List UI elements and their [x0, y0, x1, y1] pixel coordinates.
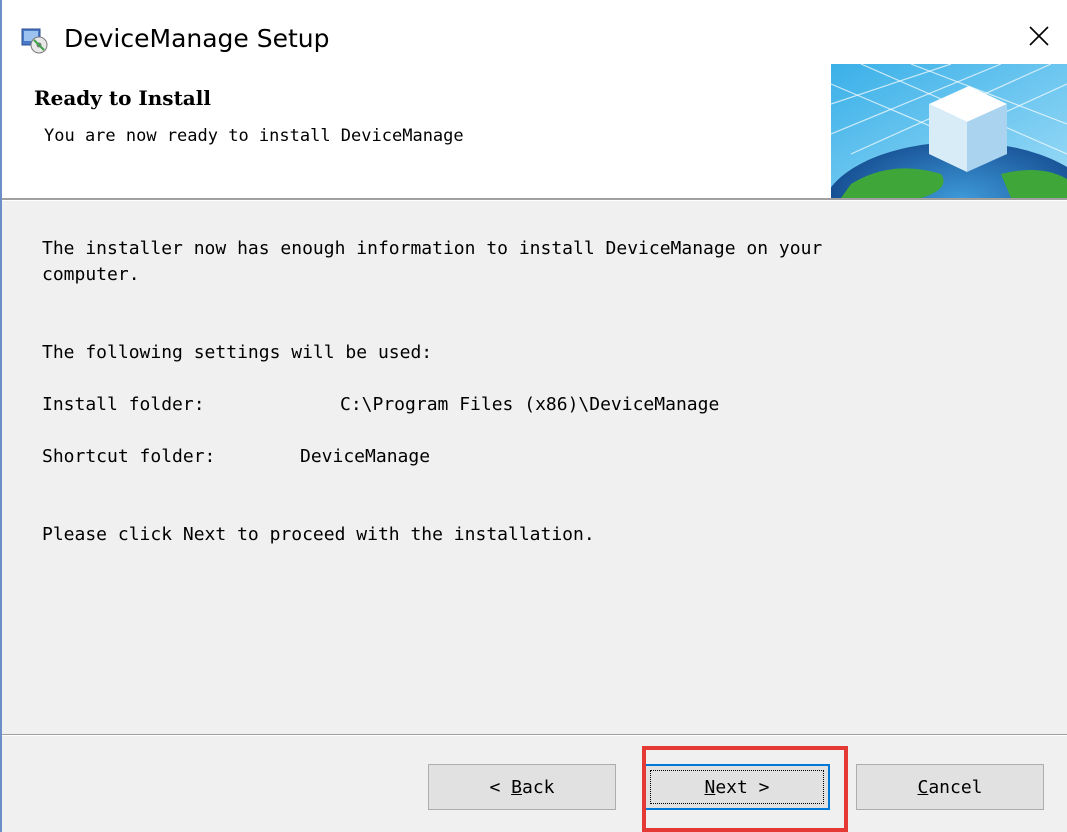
page-title: Ready to Install: [34, 86, 211, 110]
header-separator: [2, 198, 1067, 201]
shortcut-folder-value: DeviceManage: [300, 446, 431, 467]
instruction-text: Please click Next to proceed with the in…: [42, 524, 595, 545]
close-button[interactable]: [1011, 8, 1067, 68]
focus-rect: [650, 770, 824, 804]
banner-graphic: [821, 63, 1067, 286]
installer-icon: [20, 26, 50, 54]
next-button[interactable]: Next >: [644, 764, 830, 810]
install-folder-value: C:\Program Files (x86)\DeviceManage: [340, 394, 720, 415]
cancel-button[interactable]: Cancel: [856, 764, 1044, 810]
intro-text-line2: computer.: [42, 264, 140, 285]
setup-window: DeviceManage Setup Ready to Install You …: [0, 0, 1067, 832]
header-banner: Ready to Install You are now ready to in…: [2, 63, 1067, 286]
install-folder-label: Install folder:: [42, 394, 205, 415]
intro-text-line1: The installer now has enough information…: [42, 238, 823, 259]
back-button[interactable]: < Back: [428, 764, 616, 810]
back-button-rest: ack: [522, 776, 555, 798]
shortcut-folder-label: Shortcut folder:: [42, 446, 216, 467]
footer-separator: [2, 734, 1067, 736]
settings-heading: The following settings will be used:: [42, 342, 433, 363]
window-title: DeviceManage Setup: [64, 24, 330, 53]
close-icon: [1028, 25, 1050, 52]
back-button-prefix: <: [489, 776, 512, 798]
back-button-mnemonic: B: [511, 776, 522, 798]
page-subtitle: You are now ready to install DeviceManag…: [44, 126, 464, 146]
cancel-button-mnemonic: C: [917, 776, 929, 798]
cancel-button-rest: ancel: [928, 776, 983, 798]
